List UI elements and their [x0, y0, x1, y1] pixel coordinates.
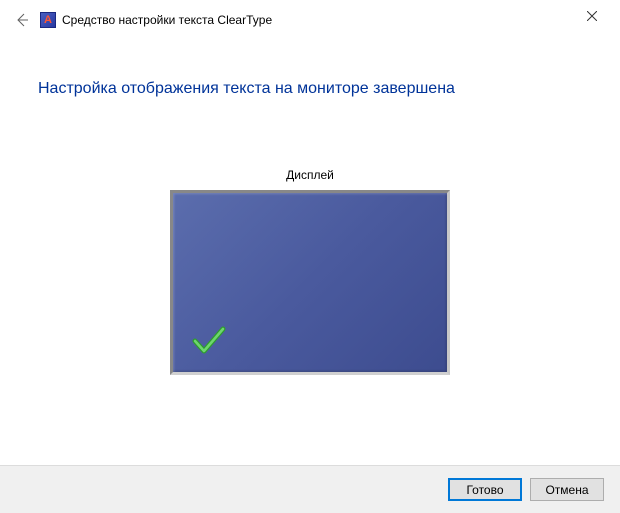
finish-button[interactable]: Готово — [448, 478, 522, 501]
display-label: Дисплей — [38, 168, 582, 182]
title-bar: A Средство настройки текста ClearType — [0, 0, 620, 40]
window-title: Средство настройки текста ClearType — [62, 13, 272, 27]
checkmark-icon — [191, 323, 227, 362]
close-button[interactable] — [572, 4, 612, 28]
monitor-preview — [170, 190, 450, 375]
button-bar: Готово Отмена — [0, 465, 620, 513]
app-icon: A — [40, 12, 56, 28]
display-area: Дисплей — [38, 168, 582, 375]
page-heading: Настройка отображения текста на мониторе… — [38, 80, 582, 98]
back-button[interactable] — [10, 8, 34, 32]
arrow-left-icon — [14, 12, 30, 28]
close-icon — [587, 11, 597, 21]
content-area: Настройка отображения текста на мониторе… — [0, 40, 620, 375]
cancel-button[interactable]: Отмена — [530, 478, 604, 501]
